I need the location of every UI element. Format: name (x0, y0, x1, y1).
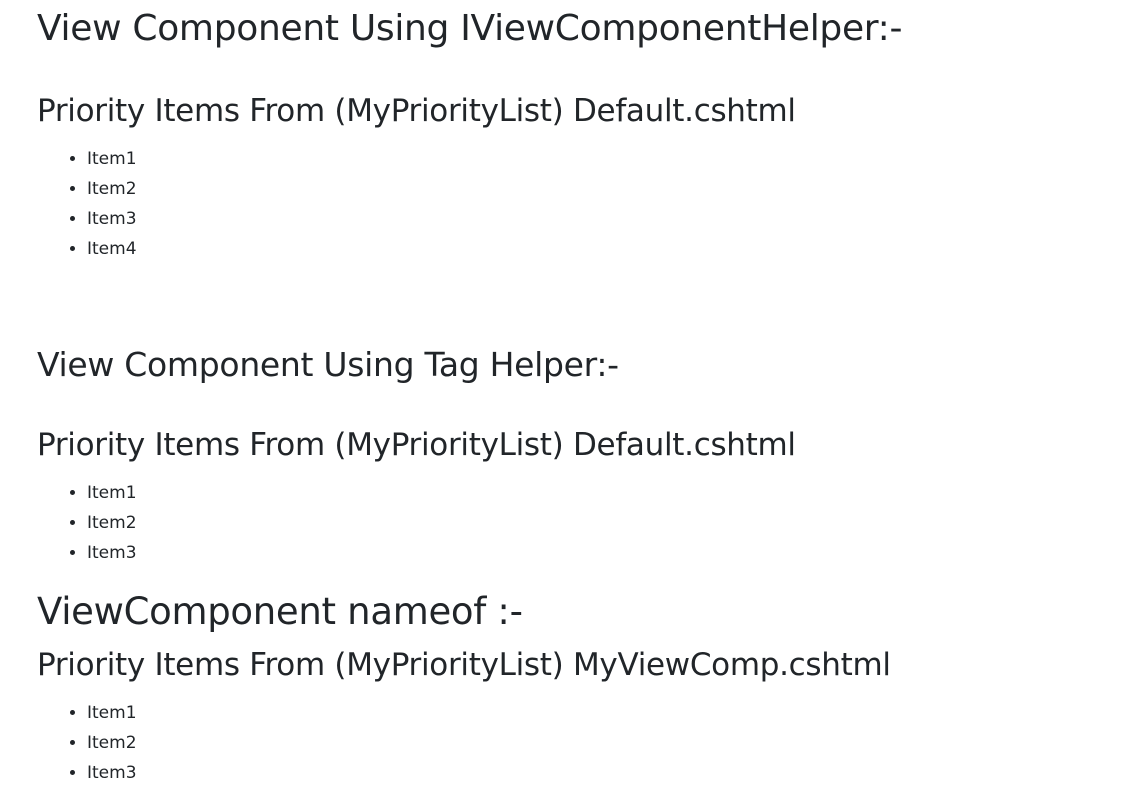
list-item: Item1 (87, 144, 137, 174)
list-item: Item3 (87, 758, 137, 788)
section2-list: Item1 Item2 Item3 (37, 478, 137, 568)
section2-subheading: Priority Items From (MyPriorityList) Def… (37, 427, 796, 463)
section3-list: Item1 Item2 Item3 (37, 698, 137, 788)
section1-list: Item1 Item2 Item3 Item4 (37, 144, 137, 264)
section1-heading: View Component Using IViewComponentHelpe… (37, 8, 903, 49)
list-item: Item1 (87, 698, 137, 728)
section3-heading: ViewComponent nameof :- (37, 590, 523, 633)
list-item: Item2 (87, 728, 137, 758)
list-item: Item2 (87, 174, 137, 204)
list-item: Item1 (87, 478, 137, 508)
section1-subheading: Priority Items From (MyPriorityList) Def… (37, 93, 796, 129)
section2-heading: View Component Using Tag Helper:- (37, 345, 619, 384)
list-item: Item3 (87, 538, 137, 568)
list-item: Item3 (87, 204, 137, 234)
section3-subheading: Priority Items From (MyPriorityList) MyV… (37, 647, 891, 683)
list-item: Item2 (87, 508, 137, 538)
list-item: Item4 (87, 234, 137, 264)
